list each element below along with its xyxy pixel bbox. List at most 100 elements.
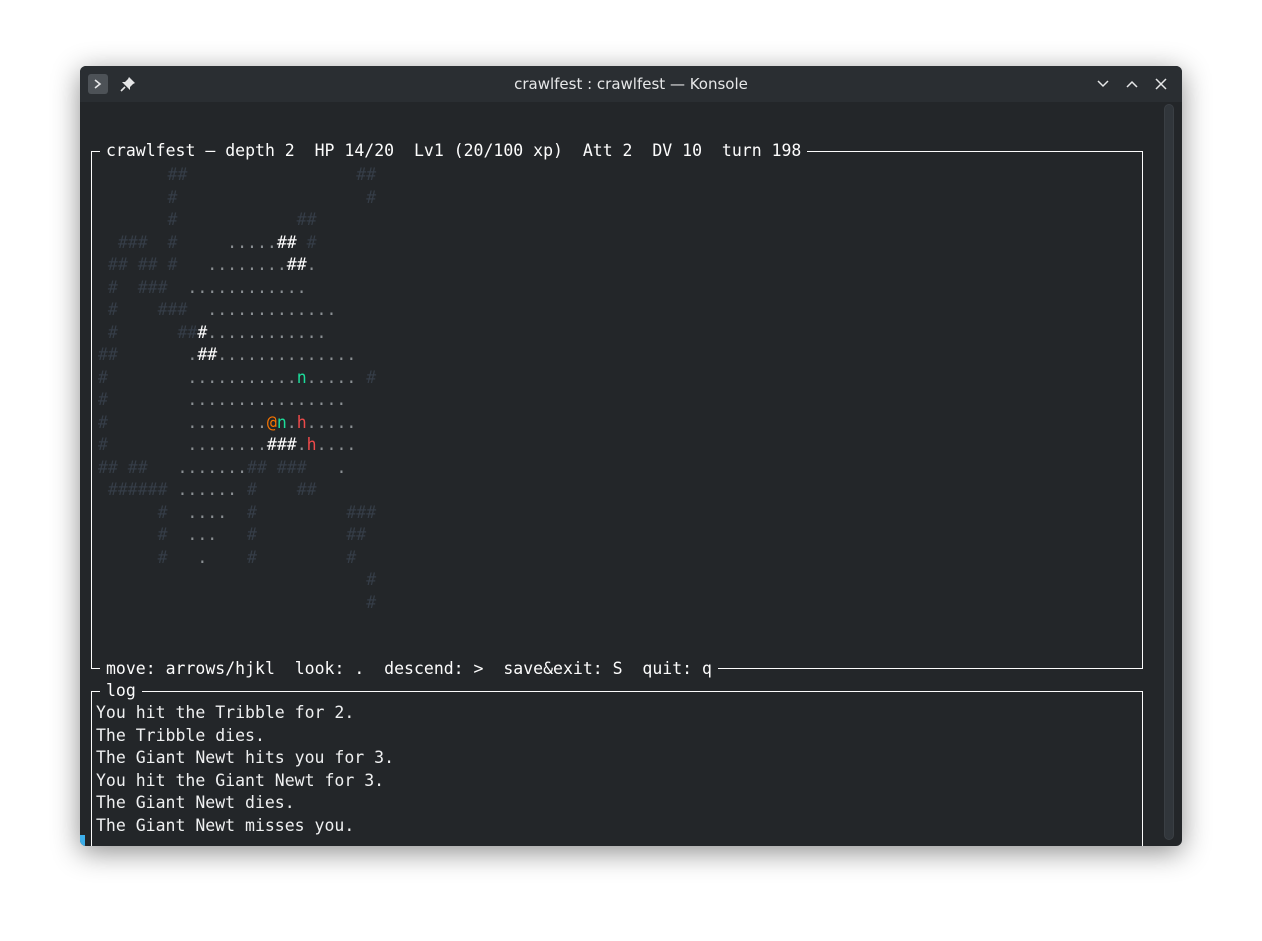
help-line: move: arrows/hjkl look: . descend: > sav… xyxy=(100,658,718,680)
floor-tile: ..... xyxy=(306,412,357,432)
floor-tile: . xyxy=(187,345,198,364)
wall-tile: ### xyxy=(266,435,297,454)
floor-tile: . xyxy=(286,412,297,432)
unexplored-tile: # xyxy=(356,367,377,387)
floor-tile: ........ xyxy=(207,255,287,274)
unexplored-tile: # xyxy=(98,390,188,409)
map-row: # ........###.h.... xyxy=(98,434,376,457)
floor-tile: ....... xyxy=(177,457,248,477)
floor-tile: ............ xyxy=(187,277,307,297)
map-row: # . # # xyxy=(98,547,376,570)
log-lines: You hit the Tribble for 2. The Tribble di… xyxy=(96,702,394,837)
unexplored-tile: # xyxy=(98,592,377,612)
floor-tile: ........ xyxy=(187,435,267,454)
floor-tile: . xyxy=(326,457,347,477)
floor-tile: ........ xyxy=(187,412,267,432)
wall-tile: # xyxy=(197,322,208,342)
map-row: # ### ............ xyxy=(98,277,376,300)
log-line: The Tribble dies. xyxy=(96,725,265,745)
wall-tile: ## xyxy=(197,345,218,364)
maximize-icon xyxy=(1126,80,1138,88)
map-row: # ## xyxy=(98,209,376,232)
unexplored-tile: ### # xyxy=(98,232,228,252)
terminal-area[interactable]: crawlfest — depth 2 HP 14/20 Lv1 (20/100… xyxy=(80,102,1160,846)
map-row: # ........@n.h..... xyxy=(98,412,376,435)
map-row: # ###............ xyxy=(98,322,376,345)
log-line: The Giant Newt misses you. xyxy=(96,815,355,835)
unexplored-tile: # ## xyxy=(98,322,198,342)
status-line: crawlfest — depth 2 HP 14/20 Lv1 (20/100… xyxy=(100,140,808,162)
newt-glyph: n xyxy=(296,367,307,387)
map-row: # .... # ### xyxy=(98,502,377,525)
map-row: # xyxy=(98,569,376,592)
unexplored-tile: # xyxy=(98,502,188,522)
floor-tile: ...... xyxy=(177,480,238,499)
wall-tile: ## xyxy=(276,232,297,252)
unexplored-tile: # # xyxy=(207,547,357,567)
floor-tile: . xyxy=(296,435,307,454)
unexplored-tile: # xyxy=(98,412,188,432)
terminal-cursor xyxy=(80,835,85,846)
map-row: ## ## # ........##. xyxy=(98,254,376,277)
floor-tile: .............. xyxy=(217,345,357,364)
unexplored-tile: # xyxy=(98,435,188,454)
unexplored-tile: # xyxy=(98,525,188,544)
unexplored-tile: # ## xyxy=(98,210,317,229)
floor-tile: . xyxy=(197,547,208,567)
floor-tile: .... xyxy=(316,435,357,454)
unexplored-tile: # ### xyxy=(227,502,377,522)
floor-tile: ..... xyxy=(227,232,277,252)
floor-tile: . xyxy=(306,255,317,274)
map-row: ## ## .......## ### . xyxy=(98,457,376,480)
unexplored-tile: ## ## # xyxy=(98,255,208,274)
log-line: The Giant Newt hits you for 3. xyxy=(96,748,395,767)
minimize-icon xyxy=(1097,80,1109,88)
log-title: log xyxy=(100,680,142,702)
dungeon-map: ## ## # # # ## ### # .....## # ## ## # .… xyxy=(98,164,376,614)
map-row: ## .##.............. xyxy=(98,344,376,367)
log-line: You hit the Tribble for 2. xyxy=(96,703,355,722)
unexplored-tile: # ## xyxy=(237,480,317,499)
floor-tile: .... xyxy=(187,502,228,522)
newt-glyph: n xyxy=(276,412,287,432)
map-row: # xyxy=(98,592,376,615)
floor-tile: ............. xyxy=(207,300,337,319)
minimize-button[interactable] xyxy=(1093,74,1113,94)
unexplored-tile: ## ### xyxy=(247,457,327,477)
map-row: # ... # ## xyxy=(98,524,376,547)
hostile-glyph: h xyxy=(306,435,317,454)
unexplored-tile: # xyxy=(98,367,188,387)
map-row: # ...........n..... # xyxy=(98,367,376,390)
map-row: ### # .....## # xyxy=(98,232,376,255)
unexplored-tile: ## ## xyxy=(98,457,178,477)
map-row: # # xyxy=(98,187,377,210)
log-line: The Giant Newt dies. xyxy=(96,793,295,812)
title-bar[interactable]: crawlfest : crawlfest — Konsole xyxy=(80,66,1182,102)
window-title: crawlfest : crawlfest — Konsole xyxy=(514,75,748,93)
unexplored-tile: # ### xyxy=(98,277,188,297)
unexplored-tile: # ## xyxy=(217,525,367,544)
konsole-window: crawlfest : crawlfest — Konsole crawlfes… xyxy=(80,66,1182,846)
scrollbar[interactable] xyxy=(1164,104,1174,840)
player-glyph: @ xyxy=(266,412,277,432)
close-icon xyxy=(1155,78,1167,90)
unexplored-tile: # xyxy=(98,547,198,567)
wall-tile: ## xyxy=(286,255,307,274)
unexplored-tile: # xyxy=(296,232,317,252)
unexplored-tile: ## ## xyxy=(98,165,377,184)
floor-tile: ............ xyxy=(207,322,327,342)
floor-tile: ................ xyxy=(187,390,347,409)
unexplored-tile: # # xyxy=(98,187,377,207)
hostile-glyph: h xyxy=(296,412,307,432)
floor-tile: ........... xyxy=(187,367,297,387)
map-row: ## ## xyxy=(98,164,377,187)
map-row: ###### ...... # ## xyxy=(98,479,376,502)
unexplored-tile: # ### xyxy=(98,300,208,319)
unexplored-tile: # xyxy=(98,570,377,589)
log-line: You hit the Giant Newt for 3. xyxy=(96,770,385,790)
floor-tile: ... xyxy=(187,525,218,544)
map-row: # ### ............. xyxy=(98,299,376,322)
maximize-button[interactable] xyxy=(1122,74,1142,94)
close-button[interactable] xyxy=(1151,74,1171,94)
unexplored-tile: ###### xyxy=(98,480,178,499)
